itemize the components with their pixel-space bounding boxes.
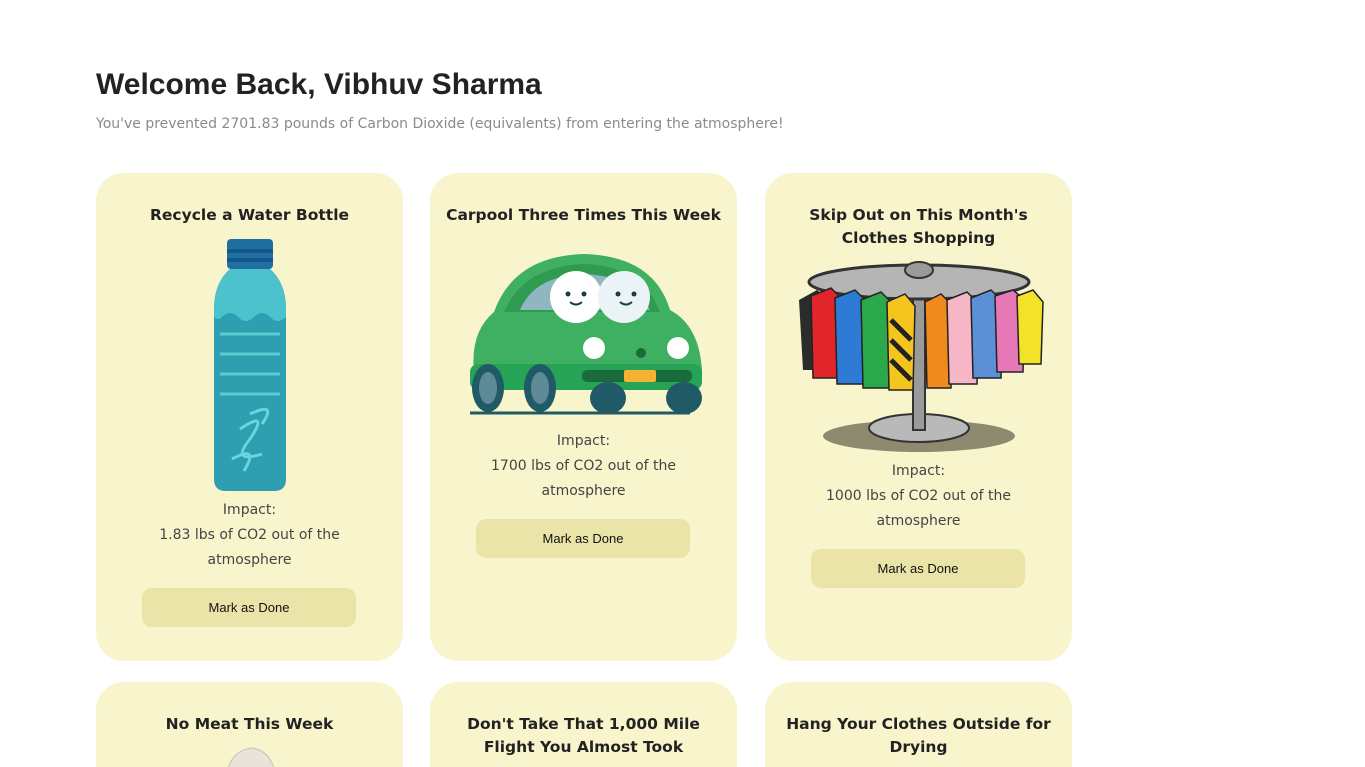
task-card-no-meat: No Meat This Week: [96, 682, 403, 767]
card-title: Hang Your Clothes Outside for Drying: [786, 715, 1051, 756]
card-title: No Meat This Week: [165, 715, 334, 733]
task-card-skip-shopping: Skip Out on This Month's Clothes Shoppin…: [765, 173, 1072, 661]
impact-info: Impact: 1.83 lbs of CO2 out of the atmos…: [136, 498, 363, 573]
mark-as-done-button[interactable]: Mark as Done: [811, 549, 1025, 588]
impact-info: Impact: 1700 lbs of CO2 out of the atmos…: [470, 429, 697, 504]
impact-value: 1.83 lbs of CO2 out of the atmosphere: [159, 527, 340, 568]
task-card-carpool: Carpool Three Times This Week Impact: 17…: [430, 173, 737, 661]
card-title: Carpool Three Times This Week: [446, 206, 721, 224]
task-card-hang-clothes: Hang Your Clothes Outside for Drying: [765, 682, 1072, 767]
mark-as-done-button[interactable]: Mark as Done: [476, 519, 690, 558]
green-car-image: [430, 252, 737, 416]
meat-image: [96, 746, 403, 767]
water-bottle-image: [96, 239, 403, 493]
impact-value: 1700 lbs of CO2 out of the atmosphere: [491, 458, 676, 499]
mark-as-done-button[interactable]: Mark as Done: [142, 588, 356, 627]
card-title: Recycle a Water Bottle: [149, 206, 350, 224]
impact-label: Impact:: [556, 433, 611, 449]
task-card-skip-flight: Don't Take That 1,000 Mile Flight You Al…: [430, 682, 737, 767]
task-card-recycle-bottle: Recycle a Water Bottle Impact: 1.83 lbs …: [96, 173, 403, 661]
card-title: Don't Take That 1,000 Mile Flight You Al…: [467, 715, 700, 756]
co2-summary-text: You've prevented 2701.83 pounds of Carbo…: [96, 116, 784, 132]
impact-label: Impact:: [222, 502, 277, 518]
card-title: Skip Out on This Month's Clothes Shoppin…: [809, 206, 1028, 247]
clothes-rack-image: [765, 260, 1072, 454]
impact-info: Impact: 1000 lbs of CO2 out of the atmos…: [805, 459, 1032, 534]
impact-label: Impact:: [891, 463, 946, 479]
page-title: Welcome Back, Vibhuv Sharma: [96, 68, 542, 101]
impact-value: 1000 lbs of CO2 out of the atmosphere: [826, 488, 1011, 529]
